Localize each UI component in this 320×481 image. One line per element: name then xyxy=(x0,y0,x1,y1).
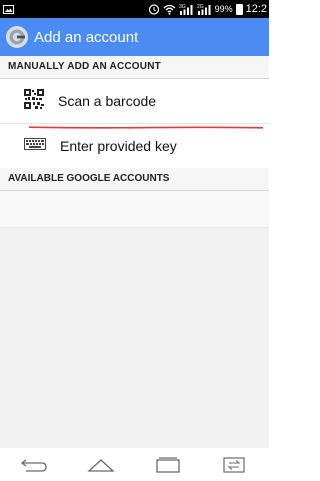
sim2-label: 2G xyxy=(197,4,204,10)
clock: 12:2 xyxy=(245,3,267,15)
manual-section-header: MANUALLY ADD AN ACCOUNT xyxy=(0,56,269,79)
scan-barcode-option[interactable]: Scan a barcode xyxy=(0,79,269,124)
accounts-section-header: AVAILABLE GOOGLE ACCOUNTS xyxy=(0,168,269,191)
keyboard-icon xyxy=(24,137,46,155)
page-title: Add an account xyxy=(34,28,139,46)
battery-percent: 99% xyxy=(214,4,233,14)
alarm-icon xyxy=(148,3,160,15)
enter-key-label: Enter provided key xyxy=(60,138,177,154)
home-button[interactable] xyxy=(84,453,118,477)
wifi-icon xyxy=(163,4,176,15)
switch-sim-icon xyxy=(223,456,245,473)
notification-icon xyxy=(3,4,14,14)
recent-apps-button[interactable] xyxy=(151,453,185,477)
switch-sim-button[interactable] xyxy=(218,453,252,477)
authenticator-logo-icon[interactable] xyxy=(6,26,28,48)
battery-icon xyxy=(235,3,243,15)
sim1-label: 3G xyxy=(179,4,186,10)
recent-apps-icon xyxy=(156,456,180,473)
status-bar: 3G 2G 99% 12:2 xyxy=(0,0,269,18)
enter-key-option[interactable]: Enter provided key xyxy=(0,124,269,168)
signal-sim2-icon: 2G xyxy=(197,3,212,15)
accounts-list xyxy=(0,191,269,228)
scan-barcode-label: Scan a barcode xyxy=(58,93,157,109)
home-icon xyxy=(87,458,115,472)
navigation-bar xyxy=(0,448,269,481)
signal-sim1-icon: 3G xyxy=(179,3,194,15)
app-bar: Add an account xyxy=(0,18,269,56)
main-content: MANUALLY ADD AN ACCOUNT Scan a barcode E… xyxy=(0,56,269,448)
back-button[interactable] xyxy=(17,453,51,477)
back-icon xyxy=(20,458,47,472)
qr-code-icon xyxy=(24,88,44,114)
